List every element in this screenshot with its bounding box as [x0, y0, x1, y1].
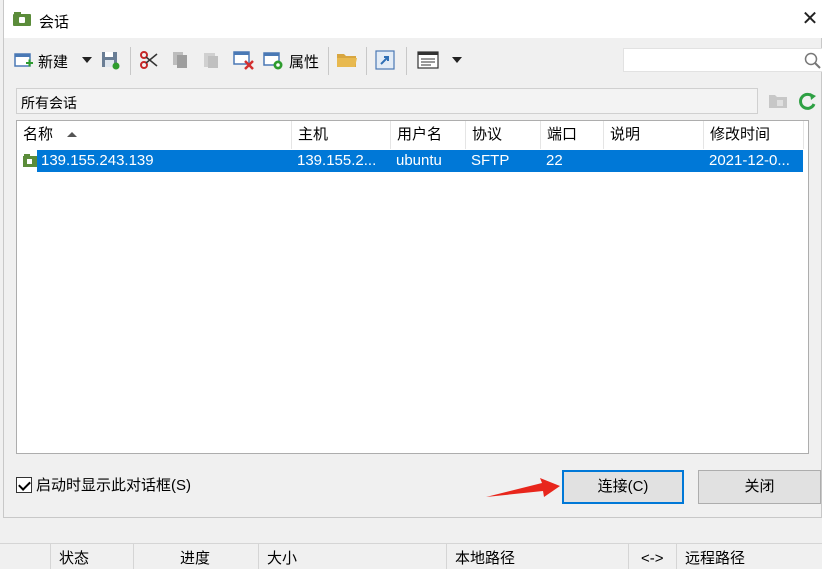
properties-button[interactable]: 属性 [263, 48, 319, 74]
new-session-button[interactable]: 新建 [14, 48, 68, 74]
cell-username: ubuntu [396, 152, 442, 169]
cut-icon[interactable] [139, 50, 159, 70]
properties-icon [263, 52, 283, 70]
column-protocol[interactable]: 协议 [466, 121, 541, 149]
startup-checkbox[interactable] [16, 476, 32, 493]
column-description[interactable]: 说明 [604, 121, 704, 149]
column-port[interactable]: 端口 [541, 121, 604, 149]
path-label: 所有会话 [21, 95, 77, 111]
title-bar: 会话 ✕ [4, 0, 822, 38]
folder-icon[interactable] [336, 51, 358, 69]
status-column[interactable]: 状态 [50, 544, 133, 569]
cell-port: 22 [546, 152, 563, 169]
new-session-icon [14, 53, 33, 67]
copy-icon[interactable] [170, 50, 190, 70]
refresh-icon[interactable] [796, 90, 818, 112]
transfer-status-bar: 状态 进度 大小 本地路径 <-> 远程路径 [0, 543, 822, 569]
local-path-column[interactable]: 本地路径 [446, 544, 628, 569]
close-button[interactable]: 关闭 [698, 470, 821, 504]
direction-column[interactable]: <-> [628, 544, 676, 569]
properties-label: 属性 [289, 53, 320, 71]
remote-path-column[interactable]: 远程路径 [676, 544, 822, 569]
view-icon[interactable] [417, 50, 439, 70]
path-bar: 所有会话 [16, 88, 758, 114]
shortcut-icon[interactable] [375, 50, 395, 70]
paste-icon[interactable] [201, 50, 221, 70]
save-icon[interactable] [100, 50, 120, 70]
search-icon[interactable] [804, 52, 822, 70]
cell-protocol: SFTP [471, 152, 510, 169]
window-title: 会话 [39, 14, 70, 31]
list-header: 名称 主机 用户名 协议 端口 说明 修改时间 [17, 121, 808, 149]
column-username[interactable]: 用户名 [391, 121, 466, 149]
new-session-label: 新建 [38, 53, 69, 71]
session-app-icon [13, 12, 31, 26]
view-dropdown-icon[interactable] [452, 57, 462, 63]
progress-column[interactable]: 进度 [133, 544, 258, 569]
toolbar-separator [130, 47, 131, 75]
new-dropdown-icon[interactable] [82, 57, 92, 63]
column-name[interactable]: 名称 [17, 121, 292, 149]
startup-label: 启动时显示此对话框(S) [36, 477, 191, 494]
cell-modified: 2021-12-0... [709, 152, 790, 169]
toolbar-separator [328, 47, 329, 75]
column-modified[interactable]: 修改时间 [704, 121, 804, 149]
cell-host: 139.155.2... [297, 152, 377, 169]
toolbar-separator [406, 47, 407, 75]
session-icon [23, 154, 37, 167]
close-window-button[interactable]: ✕ [797, 5, 822, 33]
delete-icon[interactable] [233, 50, 255, 70]
column-host[interactable]: 主机 [292, 121, 391, 149]
sort-ascending-icon [67, 132, 77, 137]
toolbar-separator [366, 47, 367, 75]
session-list: 名称 主机 用户名 协议 端口 说明 修改时间 139.155.243.139 … [16, 120, 809, 454]
session-dialog: 会话 ✕ 新建 属性 所有会话 名称 主机 用户名 协议 端口 说明 修改时间 … [3, 0, 822, 518]
size-column[interactable]: 大小 [258, 544, 446, 569]
folder-up-icon[interactable] [768, 92, 788, 110]
cell-name: 139.155.243.139 [41, 152, 154, 169]
toolbar: 新建 属性 [4, 38, 822, 82]
table-row[interactable]: 139.155.243.139 139.155.2... ubuntu SFTP… [37, 150, 803, 172]
connect-button[interactable]: 连接(C) [562, 470, 684, 504]
annotation-arrow-icon [486, 478, 560, 497]
startup-option[interactable]: 启动时显示此对话框(S) [16, 474, 191, 495]
search-input[interactable] [623, 48, 822, 72]
